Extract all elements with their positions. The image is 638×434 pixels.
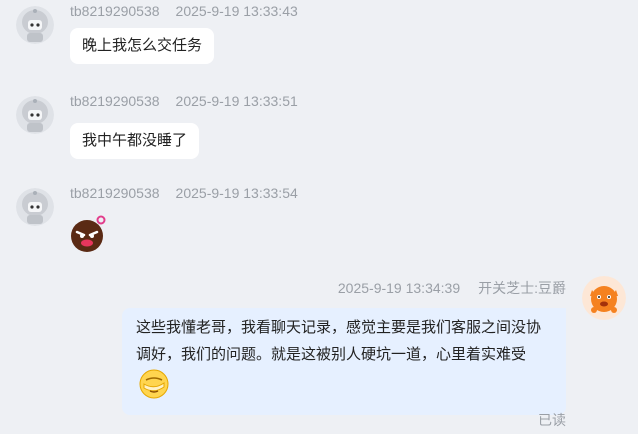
message-bubble[interactable]: 这些我懂老哥，我看聊天记录，感觉主要是我们客服之间没协调好，我们的问题。就是这被… bbox=[122, 308, 566, 415]
timestamp: 2025-9-19 13:33:51 bbox=[175, 93, 298, 109]
message-meta: 2025-9-19 13:34:39 开关芝士:豆爵 bbox=[338, 278, 566, 298]
robot-avatar-icon[interactable] bbox=[16, 96, 54, 134]
chat-message: tb8219290538 2025-9-19 13:33:43 晚上我怎么交任务 bbox=[0, 0, 638, 80]
sender-name[interactable]: tb8219290538 bbox=[70, 93, 160, 109]
message-bubble[interactable]: 我中午都没睡了 bbox=[70, 123, 200, 159]
message-meta: tb8219290538 2025-9-19 13:33:54 bbox=[70, 185, 298, 201]
chat-message-outgoing: 2025-9-19 13:34:39 开关芝士:豆爵 这些我懂老哥，我看聊天记录，… bbox=[0, 270, 638, 434]
facepalm-emoji-icon bbox=[138, 368, 170, 409]
angry-face-sticker-icon[interactable] bbox=[68, 214, 108, 259]
message-meta: tb8219290538 2025-9-19 13:33:51 bbox=[70, 93, 298, 109]
sender-name[interactable]: 开关芝士:豆爵 bbox=[478, 280, 566, 296]
robot-avatar-icon[interactable] bbox=[16, 188, 54, 226]
sender-name[interactable]: tb8219290538 bbox=[70, 3, 160, 19]
message-text: 这些我懂老哥，我看聊天记录，感觉主要是我们客服之间没协调好，我们的问题。就是这被… bbox=[136, 319, 542, 363]
chat-message: tb8219290538 2025-9-19 13:33:51 我中午都没睡了 bbox=[0, 90, 638, 170]
timestamp: 2025-9-19 13:33:43 bbox=[175, 3, 298, 19]
read-status: 已读 bbox=[538, 412, 566, 428]
message-bubble[interactable]: 晚上我怎么交任务 bbox=[70, 28, 215, 64]
sender-name[interactable]: tb8219290538 bbox=[70, 185, 160, 201]
orange-mascot-avatar-icon[interactable] bbox=[582, 276, 626, 320]
message-meta: tb8219290538 2025-9-19 13:33:43 bbox=[70, 3, 298, 19]
robot-avatar-icon[interactable] bbox=[16, 6, 54, 44]
timestamp: 2025-9-19 13:33:54 bbox=[175, 185, 298, 201]
chat-message: tb8219290538 2025-9-19 13:33:54 bbox=[0, 182, 638, 262]
timestamp: 2025-9-19 13:34:39 bbox=[337, 280, 461, 296]
